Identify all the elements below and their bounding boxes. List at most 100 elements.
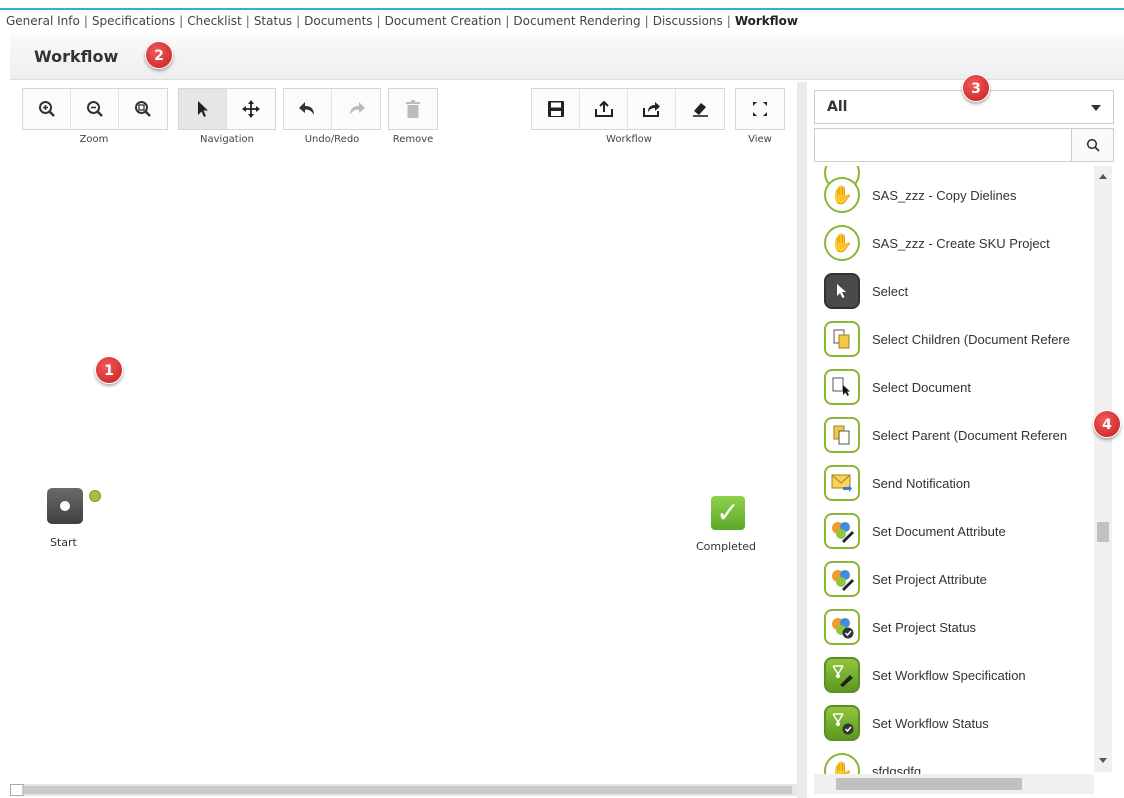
remove-button[interactable] xyxy=(389,89,437,129)
tab-bar: General Info | Specifications | Checklist | St… xyxy=(6,14,799,28)
tab-status[interactable]: Status xyxy=(254,14,292,28)
action-palette: All ✋ SAS_zzz - Copy Dielines ✋ SAS_zzz … xyxy=(808,82,1124,798)
workflow-canvas[interactable]: Zoom Navigation Undo/Redo Remove Workflo… xyxy=(10,82,794,782)
category-filter-value: All xyxy=(827,99,848,115)
zoom-out-icon xyxy=(86,101,103,117)
zoom-out-button[interactable] xyxy=(71,89,119,129)
import-workflow-button[interactable] xyxy=(580,89,628,129)
list-item[interactable]: ✋ sfdgsdfg xyxy=(824,750,1094,774)
callout-badge: 4 xyxy=(1093,410,1121,438)
redo-button[interactable] xyxy=(332,89,380,129)
canvas-horizontal-scrollbar[interactable] xyxy=(10,784,798,796)
eraser-icon xyxy=(693,103,708,117)
attribute-status-icon xyxy=(824,609,860,645)
select-tool-button[interactable] xyxy=(179,89,227,129)
envelope-icon xyxy=(824,465,860,501)
start-node-label: Start xyxy=(50,536,77,549)
view-group xyxy=(735,88,785,130)
list-item[interactable]: Set Project Attribute xyxy=(824,558,1094,600)
tab-document-creation[interactable]: Document Creation xyxy=(385,14,502,28)
tab-workflow[interactable]: Workflow xyxy=(735,14,798,28)
attribute-edit-icon xyxy=(824,561,860,597)
list-item-label: Select Parent (Document Referen xyxy=(872,427,1068,443)
tab-document-rendering[interactable]: Document Rendering xyxy=(513,14,640,28)
tab-documents[interactable]: Documents xyxy=(304,14,372,28)
list-item[interactable]: Set Workflow Specification xyxy=(824,654,1094,696)
undo-redo-group xyxy=(283,88,381,130)
callout-badge: 2 xyxy=(145,41,173,69)
list-item[interactable]: Set Workflow Status xyxy=(824,702,1094,744)
start-node[interactable] xyxy=(47,488,83,524)
fullscreen-icon xyxy=(753,102,767,116)
hand-icon: ✋ xyxy=(824,753,860,774)
palette-search-input[interactable] xyxy=(814,128,1072,162)
list-item-label: Select Children (Document Refere xyxy=(872,331,1070,347)
list-item[interactable]: ✋ SAS_zzz - Create SKU Project xyxy=(824,222,1094,264)
callout-badge: 1 xyxy=(95,356,123,384)
zoom-fit-icon xyxy=(135,101,151,117)
workflow-group-label: Workflow xyxy=(606,134,652,145)
list-item[interactable]: Send Notification xyxy=(824,462,1094,504)
panel-splitter[interactable] xyxy=(797,82,807,798)
zoom-group xyxy=(22,88,168,130)
zoom-fit-button[interactable] xyxy=(119,89,167,129)
export-workflow-button[interactable] xyxy=(628,89,676,129)
palette-vertical-scrollbar[interactable] xyxy=(1094,166,1112,772)
list-item[interactable]: Select Parent (Document Referen xyxy=(824,414,1094,456)
list-item-label: Set Document Attribute xyxy=(872,523,1006,539)
save-icon xyxy=(547,101,564,117)
start-output-port[interactable] xyxy=(89,490,101,502)
tab-general-info[interactable]: General Info xyxy=(6,14,80,28)
attribute-edit-icon xyxy=(824,513,860,549)
pointer-icon xyxy=(197,101,208,117)
pan-tool-button[interactable] xyxy=(227,89,275,129)
completed-node[interactable]: ✓ xyxy=(711,496,745,530)
zoom-in-icon xyxy=(38,101,55,117)
navigation-group xyxy=(178,88,276,130)
clear-workflow-button[interactable] xyxy=(676,89,724,129)
document-cursor-icon xyxy=(824,369,860,405)
list-item[interactable]: Set Document Attribute xyxy=(824,510,1094,552)
list-item[interactable]: Select Document xyxy=(824,366,1094,408)
tab-discussions[interactable]: Discussions xyxy=(653,14,723,28)
list-item-label: Send Notification xyxy=(872,475,971,491)
list-item[interactable]: Select Children (Document Refere xyxy=(824,318,1094,360)
canvas-scroll-thumb[interactable] xyxy=(22,786,792,794)
tab-checklist[interactable]: Checklist xyxy=(187,14,242,28)
tab-specifications[interactable]: Specifications xyxy=(92,14,175,28)
list-item[interactable]: ✋ SAS_zzz - Copy Dielines xyxy=(824,174,1094,216)
workflow-status-icon xyxy=(824,705,860,741)
export-icon xyxy=(642,102,660,117)
top-accent-line xyxy=(0,8,1124,10)
list-item-label: SAS_zzz - Copy Dielines xyxy=(872,187,1017,203)
list-item-label: Set Workflow Status xyxy=(872,715,989,731)
list-item-label: Select xyxy=(872,283,909,299)
zoom-in-button[interactable] xyxy=(23,89,71,129)
workflow-group xyxy=(531,88,725,130)
fullscreen-button[interactable] xyxy=(736,89,784,129)
view-group-label: View xyxy=(748,134,772,145)
undo-button[interactable] xyxy=(284,89,332,129)
cursor-icon xyxy=(824,273,860,309)
palette-horizontal-scrollbar[interactable] xyxy=(814,774,1094,794)
save-workflow-button[interactable] xyxy=(532,89,580,129)
search-button[interactable] xyxy=(1071,128,1114,162)
checkmark-icon: ✓ xyxy=(716,496,740,529)
action-list: ✋ SAS_zzz - Copy Dielines ✋ SAS_zzz - Cr… xyxy=(814,166,1094,774)
list-item-label: sfdgsdfg xyxy=(872,763,922,775)
list-item[interactable]: Set Project Status xyxy=(824,606,1094,648)
documents-icon xyxy=(824,321,860,357)
scroll-down-arrow-icon[interactable] xyxy=(1099,758,1107,763)
list-item-label: SAS_zzz - Create SKU Project xyxy=(872,235,1050,251)
page-header: Workflow xyxy=(10,34,1124,80)
palette-scroll-thumb[interactable] xyxy=(1097,522,1109,542)
scroll-up-arrow-icon[interactable] xyxy=(1099,174,1107,179)
list-item[interactable]: Select xyxy=(824,270,1094,312)
remove-group xyxy=(388,88,438,130)
search-icon xyxy=(1086,138,1100,152)
redo-icon xyxy=(350,102,365,115)
palette-hscroll-thumb[interactable] xyxy=(836,778,1022,790)
move-icon xyxy=(242,100,260,118)
navigation-group-label: Navigation xyxy=(200,134,254,145)
list-item-label: Set Project Status xyxy=(872,619,977,635)
